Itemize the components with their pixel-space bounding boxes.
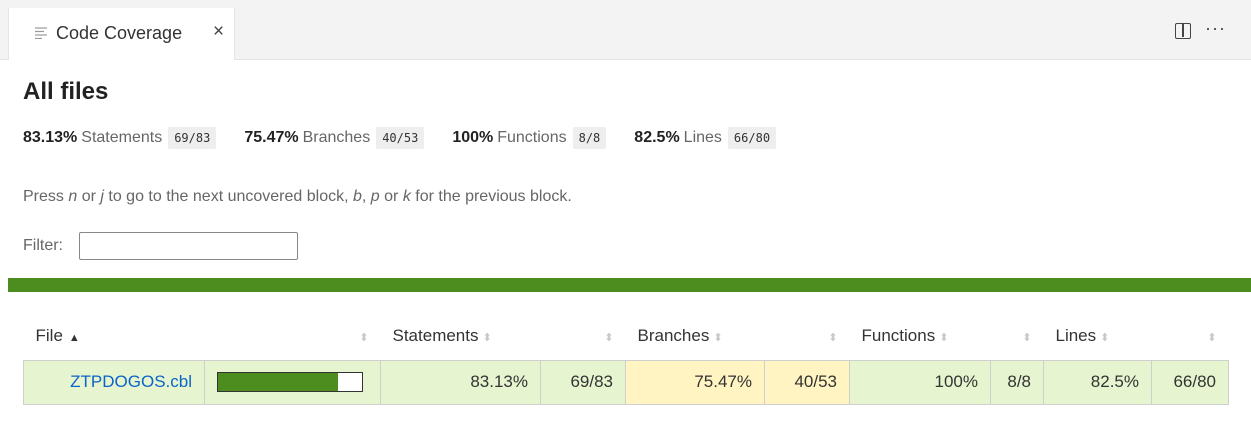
functions-fraction: 8/8 <box>990 359 1044 405</box>
editor-tab-bar: Code Coverage × ··· <box>0 0 1251 60</box>
more-actions-icon[interactable]: ··· <box>1205 18 1226 39</box>
close-icon[interactable]: × <box>213 21 224 43</box>
column-header-statements-fraction[interactable]: ⬍ <box>541 312 626 360</box>
page-title: All files <box>23 78 109 105</box>
stat-pct: 100% <box>452 129 494 146</box>
branches-pct: 75.47% <box>625 359 765 405</box>
sort-icon: ⬍ <box>828 331 838 344</box>
stat-label: Lines <box>683 129 722 146</box>
table-row: ZTPDOGOS.cbl 83.13% 69/83 75.47% 40/53 1… <box>23 359 1229 405</box>
stat-label: Statements <box>81 129 163 146</box>
sort-icon: ⬍ <box>1100 331 1110 344</box>
coverage-progress-fill <box>218 373 338 391</box>
summary-statements: 83.13% Statements 69/83 <box>23 127 217 149</box>
lines-fraction: 66/80 <box>1151 359 1229 405</box>
summary-stats: 83.13% Statements 69/83 75.47% Branches … <box>23 124 804 152</box>
sort-icon: ⬍ <box>1207 331 1217 344</box>
sort-icon: ⬍ <box>1022 331 1032 344</box>
preview-icon <box>35 27 47 39</box>
coverage-status-bar <box>8 278 1251 292</box>
stat-fraction: 66/80 <box>727 127 777 149</box>
stat-label: Branches <box>302 129 371 146</box>
stat-fraction: 40/53 <box>376 127 425 149</box>
stat-pct: 82.5% <box>634 129 680 146</box>
sort-icon: ⬍ <box>359 331 369 344</box>
file-link[interactable]: ZTPDOGOS.cbl <box>23 359 205 405</box>
column-header-functions[interactable]: Functions ⬍ <box>850 312 991 360</box>
column-header-lines[interactable]: Lines ⬍ <box>1044 312 1152 360</box>
statements-fraction: 69/83 <box>540 359 626 405</box>
lines-pct: 82.5% <box>1043 359 1152 405</box>
stat-pct: 75.47% <box>244 129 299 146</box>
filter-input[interactable] <box>79 232 298 260</box>
tab-label: Code Coverage <box>56 23 183 43</box>
column-header-file[interactable]: File ▲ <box>24 312 205 360</box>
stat-pct: 83.13% <box>23 129 78 146</box>
sort-icon: ⬍ <box>482 331 492 344</box>
statements-pct: 83.13% <box>380 359 541 405</box>
tab-code-coverage[interactable]: Code Coverage × <box>8 8 235 60</box>
sort-icon: ⬍ <box>713 331 723 344</box>
summary-functions: 100% Functions 8/8 <box>452 127 607 149</box>
filter-label: Filter: <box>23 237 63 254</box>
column-header-branches-fraction[interactable]: ⬍ <box>765 312 850 360</box>
functions-pct: 100% <box>849 359 991 405</box>
coverage-progress-bar <box>217 372 363 392</box>
stat-fraction: 69/83 <box>168 127 217 149</box>
column-header-functions-fraction[interactable]: ⬍ <box>991 312 1044 360</box>
stat-label: Functions <box>497 129 567 146</box>
branches-fraction: 40/53 <box>764 359 850 405</box>
summary-lines: 82.5% Lines 66/80 <box>634 127 777 149</box>
column-header-coverage-bar[interactable]: ⬍ <box>205 312 381 360</box>
summary-branches: 75.47% Branches 40/53 <box>244 127 425 149</box>
sort-icon: ⬍ <box>939 331 949 344</box>
stat-fraction: 8/8 <box>572 127 607 149</box>
sort-icon: ⬍ <box>604 331 614 344</box>
sort-asc-icon: ▲ <box>68 331 80 344</box>
coverage-table: File ▲ ⬍ Statements ⬍ ⬍ Branches ⬍ ⬍ Functi… <box>23 312 1229 405</box>
keyboard-hint: Press n or j to go to the next uncovered… <box>23 188 572 205</box>
column-header-statements[interactable]: Statements ⬍ <box>381 312 541 360</box>
column-header-lines-fraction[interactable]: ⬍ <box>1152 312 1229 360</box>
coverage-bar-cell <box>204 359 381 405</box>
split-editor-icon[interactable] <box>1175 23 1191 39</box>
column-header-branches[interactable]: Branches ⬍ <box>626 312 765 360</box>
